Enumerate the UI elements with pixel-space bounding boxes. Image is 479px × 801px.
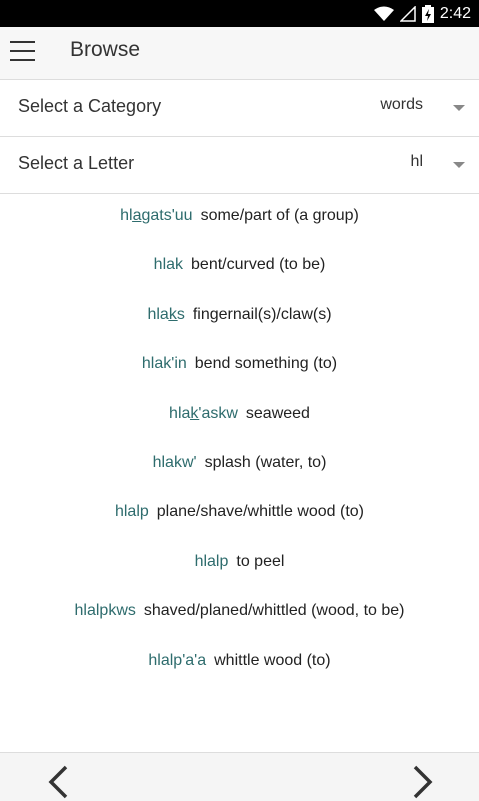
letter-select-label: Select a Letter [18, 153, 135, 173]
entry-word[interactable]: hlak'in [142, 355, 187, 372]
list-item[interactable]: hlak bent/curved (to be) [0, 256, 479, 305]
list-item[interactable]: hlak̲s fingernail(s)/claw(s) [0, 306, 479, 355]
entry-definition: whittle wood (to) [214, 651, 331, 669]
entry-definition: plane/shave/whittle wood (to) [156, 503, 365, 521]
entry-word[interactable]: hlalp [115, 503, 149, 520]
bottom-nav-bar [0, 752, 479, 801]
chevron-right-icon[interactable] [411, 765, 435, 799]
word-list: hla̲gats'uu some/part of (a group) hlak be… [0, 207, 479, 701]
entry-definition: to peel [236, 552, 285, 570]
list-item[interactable]: hlalp to peel [0, 553, 479, 602]
status-time: 2:42 [439, 5, 471, 22]
entry-word[interactable]: hla̲gats'uu [120, 207, 192, 224]
list-item[interactable]: hlakw' splash (water, to) [0, 454, 479, 503]
entry-word[interactable]: hlak [154, 256, 183, 273]
entry-word[interactable]: hlalpkws [75, 602, 136, 619]
entry-word[interactable]: hlalp'a'a [148, 652, 206, 669]
list-item[interactable]: hlalp plane/shave/whittle wood (to) [0, 503, 479, 552]
entry-definition: bent/curved (to be) [191, 256, 326, 274]
list-item[interactable]: hlalp'a'a whittle wood (to) [0, 652, 479, 701]
status-bar: 2:42 [0, 0, 479, 27]
battery-charging-icon [421, 5, 434, 23]
entry-word[interactable]: hlakw' [153, 454, 197, 471]
entry-word[interactable]: hlak̲s [147, 306, 184, 323]
wifi-icon [373, 6, 394, 21]
entry-word[interactable]: hlak̲'askw [169, 405, 238, 422]
category-select-label: Select a Category [18, 96, 162, 116]
app-bar: Browse [0, 27, 479, 80]
entry-definition: shaved/planed/whittled (wood, to be) [143, 602, 405, 620]
entry-definition: seaweed [245, 404, 310, 422]
letter-select[interactable]: Select a Letter hl [0, 137, 479, 194]
chevron-left-icon[interactable] [46, 765, 70, 799]
chevron-down-icon[interactable] [453, 105, 465, 111]
list-item[interactable]: hlak'in bend something (to) [0, 355, 479, 404]
list-item[interactable]: hla̲gats'uu some/part of (a group) [0, 207, 479, 256]
category-select-value[interactable]: words [380, 96, 423, 114]
category-select[interactable]: Select a Category words [0, 80, 479, 137]
entry-word[interactable]: hlalp [195, 553, 229, 570]
chevron-down-icon[interactable] [453, 162, 465, 168]
page-title: Browse [70, 38, 141, 61]
status-icons: 2:42 [373, 3, 471, 25]
menu-icon[interactable] [10, 41, 36, 63]
entry-definition: splash (water, to) [204, 453, 327, 471]
entry-definition: fingernail(s)/claw(s) [192, 305, 332, 323]
list-item[interactable]: hlalpkws shaved/planed/whittled (wood, to… [0, 602, 479, 651]
entry-definition: bend something (to) [194, 355, 338, 373]
entry-definition: some/part of (a group) [200, 207, 359, 224]
list-item[interactable]: hlak̲'askw seaweed [0, 405, 479, 454]
signal-icon [399, 6, 416, 22]
letter-select-value[interactable]: hl [411, 153, 423, 171]
